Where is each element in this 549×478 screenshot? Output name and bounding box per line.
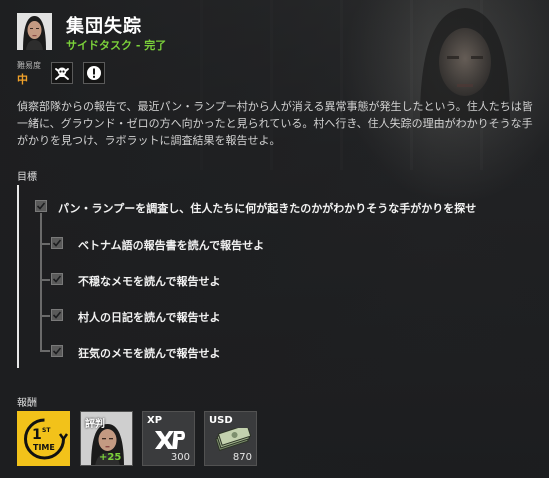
sub-objective-checkbox [51,237,63,249]
checkmark-icon [52,311,62,319]
difficulty-value: 中 [17,73,28,86]
reward-xp[interactable]: XP 300 [142,411,195,466]
rewards-label: 報酬 [17,398,37,409]
quest-subtitle: サイドタスク - 完了 [66,37,166,53]
first-time-number: 1 [32,427,42,443]
reward-reputation[interactable]: 評判 +25 [80,411,133,466]
checkmark-icon [52,275,62,283]
sub-objective-text: 不穏なメモを読んで報告せよ [78,275,221,288]
first-time-badge-icon [24,418,69,460]
first-time-text: TIME [33,443,55,452]
main-objective-checkbox [35,200,47,212]
sub-objective-checkbox [51,273,63,285]
quest-description: 偵察部隊からの報告で、最近パン・ランプー村から人が消える異常事態が発生したという… [17,100,533,147]
usd-value: 870 [232,452,252,463]
skull-crossbones-icon [51,62,73,84]
sub-objective-text: 狂気のメモを読んで報告せよ [78,347,221,360]
xp-icon [155,431,185,449]
objective-tree-branch [40,350,50,352]
sub-objective-text: ベトナム語の報告書を読んで報告せよ [78,239,265,252]
quest-type: サイドタスク [66,39,132,52]
quest-separator: - [132,39,145,52]
checkmark-icon [52,239,62,247]
reward-first-time[interactable]: 1 ST TIME [17,411,70,466]
main-objective-text: パン・ランプーを調査し、住人たちに何が起きたのかがわかりそうな手がかりを探せ [58,202,477,215]
xp-value: 300 [170,452,190,463]
sub-objective-checkbox [51,345,63,357]
reputation-value: +25 [99,452,122,463]
sub-objective-checkbox [51,309,63,321]
reputation-label: 評判 [85,419,105,430]
objective-tree-branch [40,315,50,317]
objective-tree-branch [40,243,50,245]
portrait-icon [17,13,52,50]
checkmark-icon [52,347,62,355]
quest-giver-avatar [17,13,52,50]
checkmark-icon [36,202,46,210]
sub-objective-text: 村人の日記を読んで報告せよ [78,311,221,324]
quest-title: 集団失踪 [66,16,142,37]
exclamation-circle-icon [83,62,105,84]
objective-tree-branch [40,279,50,281]
first-time-suffix: ST [42,427,51,434]
quest-status: 完了 [144,39,167,52]
objective-tree-line [40,213,42,350]
xp-label: XP [147,415,163,426]
usd-label: USD [209,415,233,426]
objectives-label: 目標 [17,172,37,183]
difficulty-label: 難易度 [17,61,41,70]
reward-usd[interactable]: USD 870 [204,411,257,466]
cash-stack-icon [215,428,251,451]
